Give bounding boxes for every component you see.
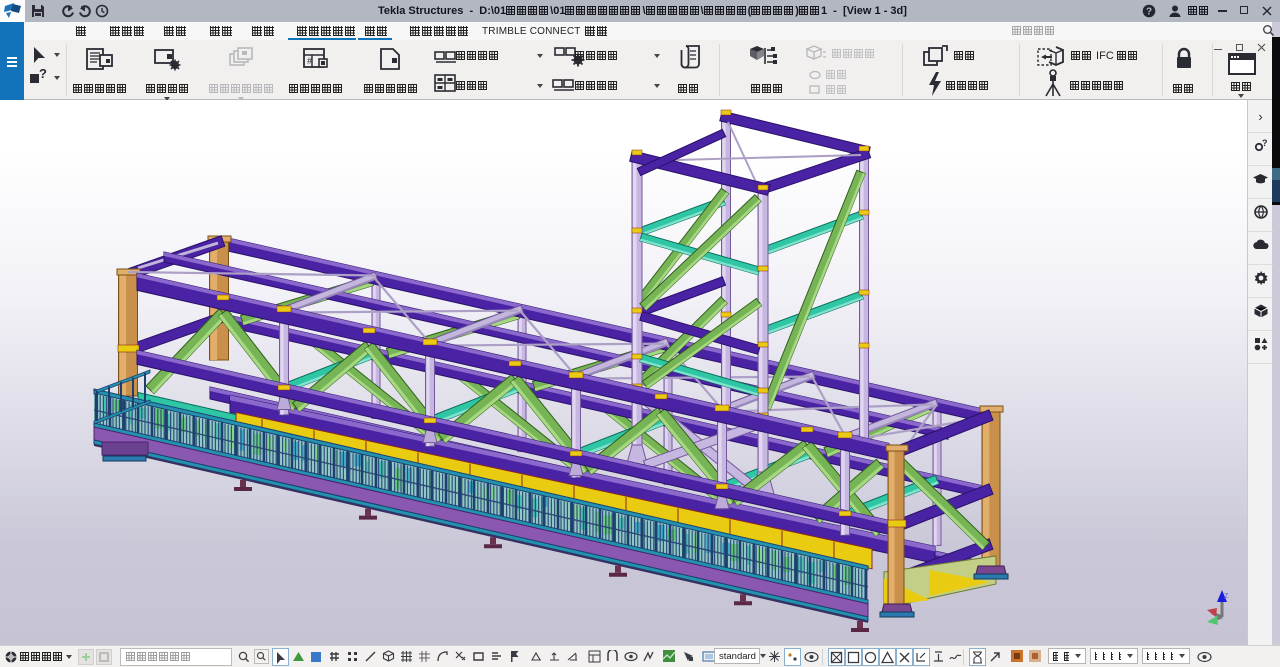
svg-text:#: # xyxy=(307,56,312,66)
svg-text:z: z xyxy=(1224,590,1229,600)
svg-text:?: ? xyxy=(1146,7,1152,18)
svg-text:?: ? xyxy=(1262,138,1268,148)
